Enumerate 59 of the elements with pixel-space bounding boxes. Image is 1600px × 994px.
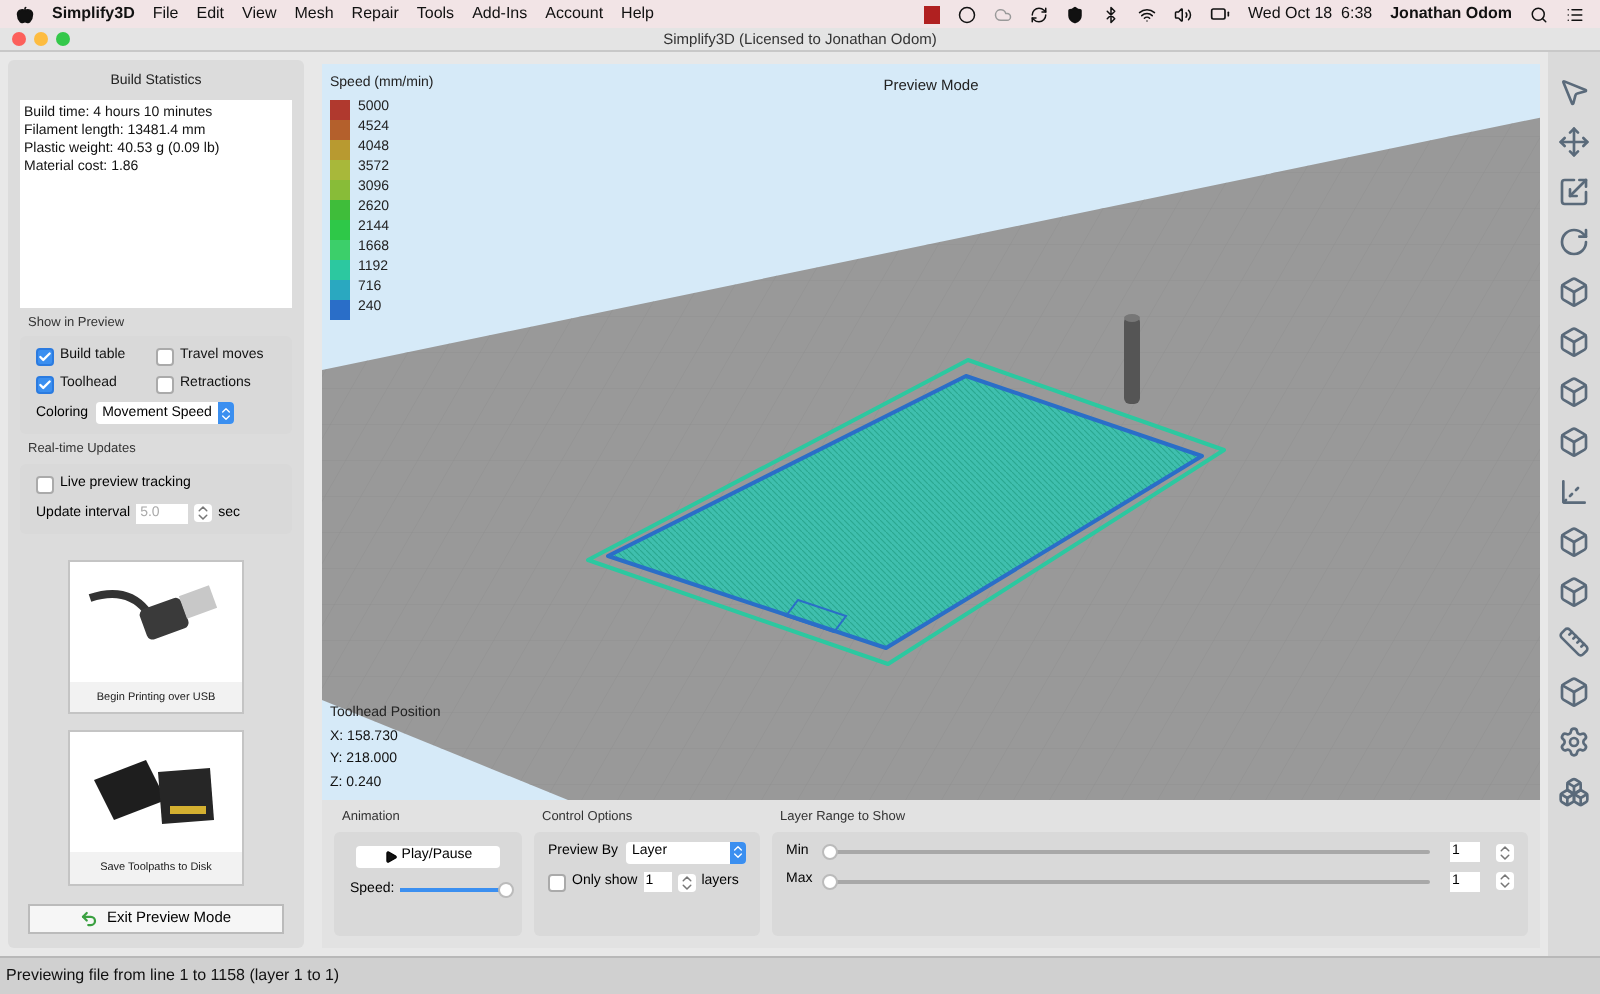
close-button[interactable] [12,32,26,46]
checkbox[interactable] [548,873,566,891]
dropdown-arrows-icon [730,844,746,861]
slider-thumb[interactable] [498,882,514,898]
dropdown-arrows-icon [217,405,234,422]
toolbar-tool-icon[interactable] [1558,226,1590,258]
stepper-icon[interactable] [1496,872,1514,890]
sync-icon[interactable] [1030,5,1048,23]
toolbar-tool-icon[interactable] [1558,726,1590,758]
menu-item[interactable]: File [152,2,179,26]
toolbar-tool-icon[interactable] [1558,426,1590,458]
record-icon[interactable] [958,5,976,23]
toolbar-tool-icon[interactable] [1558,76,1590,108]
toolbar-tool-icon[interactable] [1558,476,1590,508]
cloud-icon[interactable] [994,5,1012,23]
user-name[interactable]: Jonathan Odom [1390,2,1512,26]
toolbar-tool-icon[interactable] [1558,576,1590,608]
menu-item[interactable]: Edit [196,2,225,26]
search-icon[interactable] [1530,5,1548,23]
toolhead-drawing [1124,314,1140,404]
apple-icon[interactable] [16,5,34,23]
menu-item[interactable]: Help [621,2,654,26]
stepper-icon[interactable] [194,504,213,523]
volume-icon[interactable] [1174,5,1192,23]
stepper-icon[interactable] [1496,843,1514,861]
menu-item[interactable]: Tools [416,2,455,26]
toolbar-tool-icon[interactable] [1558,326,1590,358]
app-menu[interactable]: Simplify3D [52,2,135,26]
toolbar-tool-icon[interactable] [1558,276,1590,308]
menu-item[interactable]: Repair [351,2,399,26]
stepper-icon[interactable] [677,873,696,891]
app-status-icon[interactable] [924,5,940,23]
menu-clock[interactable]: Wed Oct 18 6:38 [1248,2,1373,26]
menu-icon[interactable] [1566,5,1584,23]
menu-item[interactable]: View [242,2,277,26]
menu-item[interactable]: Mesh [294,2,334,26]
toolbar-tool-icon[interactable] [1558,176,1590,208]
toolbar-tool-icon[interactable] [1558,776,1590,808]
toolbar-tool-icon[interactable] [1558,376,1590,408]
checkbox[interactable] [36,375,54,393]
play-pause-icon [383,849,398,864]
toolbar-tool-icon[interactable] [1558,626,1590,658]
menu-item[interactable]: Add-Ins [472,2,528,26]
menu-item[interactable]: Account [545,2,604,26]
status-text: Previewing file from line 1 to 1158 (layer 1 to 1) [6,964,340,988]
back-arrow-icon [80,909,99,927]
battery-icon[interactable] [1210,4,1230,24]
slider-thumb[interactable] [822,844,838,860]
bluetooth-icon[interactable] [1102,5,1120,23]
slider-thumb[interactable] [822,873,838,889]
wifi-icon[interactable] [1138,5,1156,23]
toolbar-tool-icon[interactable] [1558,126,1590,158]
toolbar-tool-icon[interactable] [1558,526,1590,558]
shield-icon[interactable] [1066,5,1084,23]
checkbox[interactable] [156,375,174,393]
checkbox[interactable] [156,348,174,366]
toolbar-tool-icon[interactable] [1558,676,1590,708]
checkbox[interactable] [36,348,54,366]
checkbox[interactable] [36,475,54,494]
